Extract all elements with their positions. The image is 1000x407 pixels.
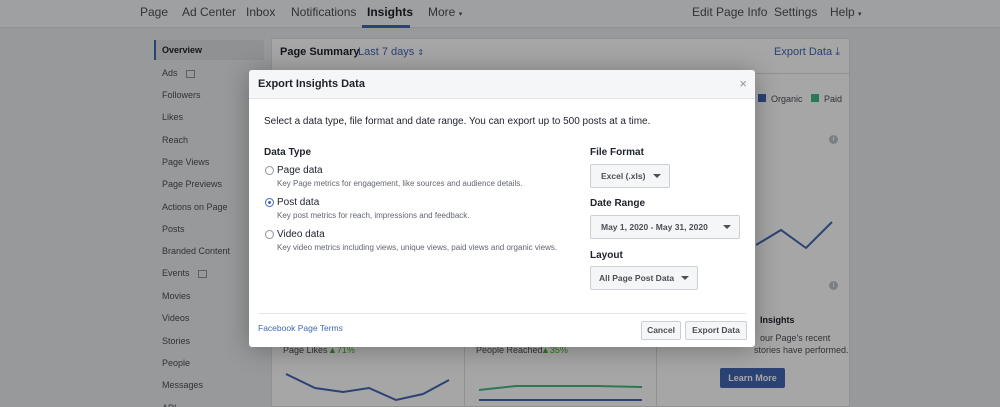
page-data-radio[interactable] xyxy=(265,166,274,175)
video-data-radio[interactable] xyxy=(265,230,274,239)
file-format-value: Excel (.xls) xyxy=(601,171,646,181)
dialog-title: Export Insights Data xyxy=(258,78,365,90)
file-format-label: File Format xyxy=(590,147,644,158)
date-range-label: Date Range xyxy=(590,198,646,209)
facebook-page-terms-link[interactable]: Facebook Page Terms xyxy=(258,323,343,333)
page-data-description: Key Page metrics for engagement, like so… xyxy=(277,179,523,188)
caret-down-icon xyxy=(723,225,731,229)
caret-down-icon xyxy=(681,276,689,280)
post-data-description: Key post metrics for reach, impressions … xyxy=(277,211,470,220)
file-format-dropdown[interactable]: Excel (.xls) xyxy=(590,164,670,188)
layout-value: All Page Post Data xyxy=(599,273,675,283)
post-data-label[interactable]: Post data xyxy=(277,197,319,208)
export-insights-dialog: Export Insights Data × Select a data typ… xyxy=(249,70,755,347)
export-data-button[interactable]: Export Data xyxy=(685,321,747,340)
date-range-dropdown[interactable]: May 1, 2020 - May 31, 2020 xyxy=(590,215,740,239)
dialog-divider xyxy=(258,313,746,314)
dialog-description: Select a data type, file format and date… xyxy=(264,116,651,127)
dialog-header: Export Insights Data × xyxy=(249,70,755,99)
close-icon[interactable]: × xyxy=(739,76,747,91)
post-data-radio[interactable] xyxy=(265,198,274,207)
video-data-description: Key video metrics including views, uniqu… xyxy=(277,243,558,252)
date-range-value: May 1, 2020 - May 31, 2020 xyxy=(601,222,708,232)
data-type-label: Data Type xyxy=(264,147,312,158)
caret-down-icon xyxy=(653,174,661,178)
page-data-label[interactable]: Page data xyxy=(277,165,323,176)
video-data-label[interactable]: Video data xyxy=(277,229,325,240)
cancel-button[interactable]: Cancel xyxy=(641,321,681,340)
layout-label: Layout xyxy=(590,250,623,261)
layout-dropdown[interactable]: All Page Post Data xyxy=(590,266,698,290)
